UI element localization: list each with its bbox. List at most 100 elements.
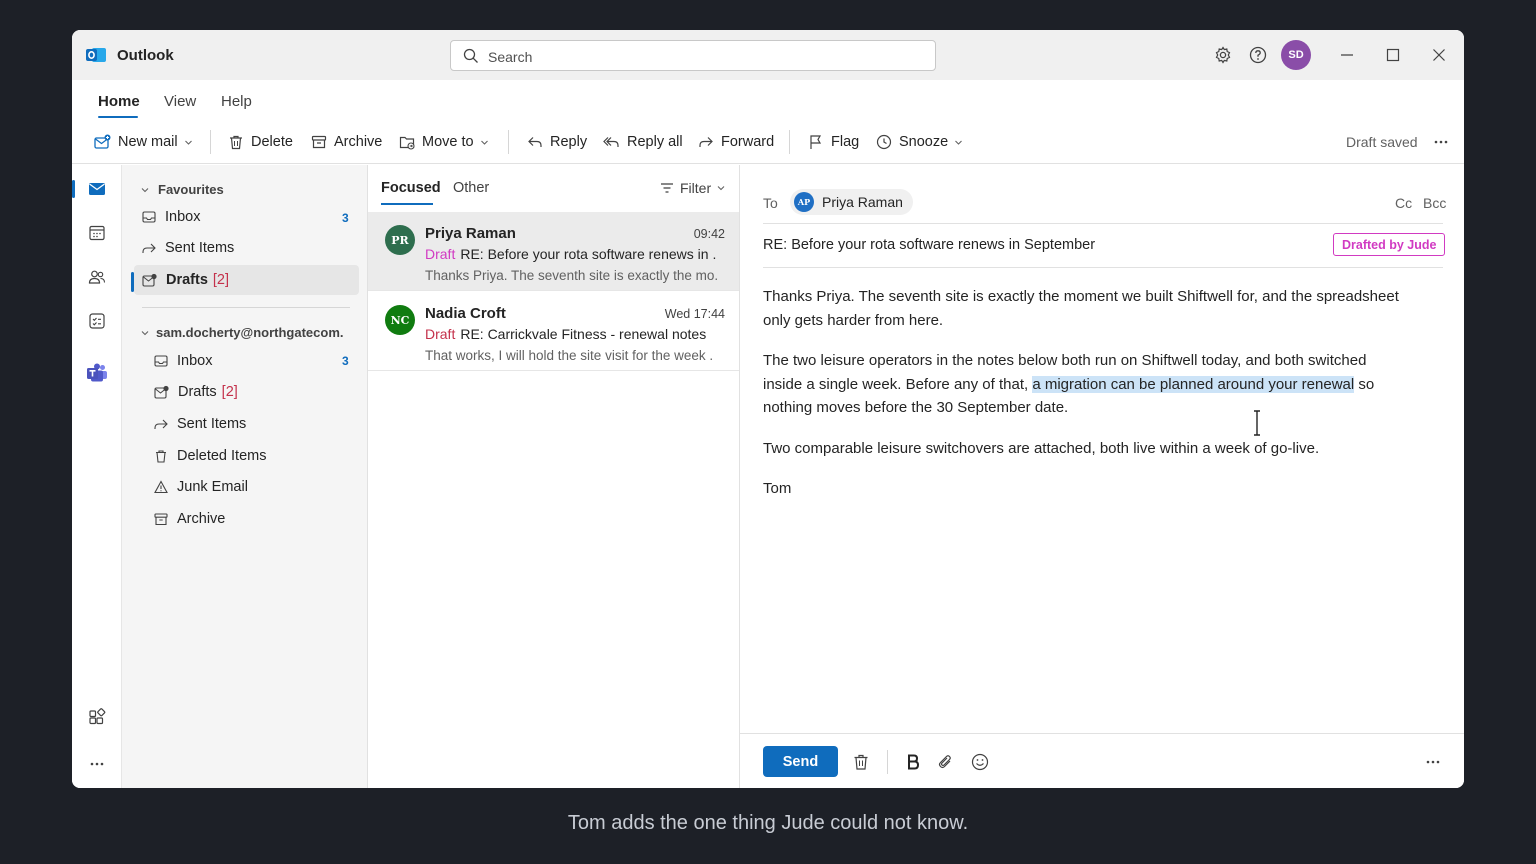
- calendar-icon[interactable]: [88, 224, 106, 242]
- account-avatar[interactable]: SD: [1281, 40, 1311, 70]
- apps-icon[interactable]: [88, 708, 106, 726]
- maximize-icon[interactable]: [1384, 46, 1402, 64]
- cc-button[interactable]: Cc: [1395, 195, 1412, 211]
- favourites-header[interactable]: Favourites: [140, 182, 224, 197]
- new-mail-label: New mail: [118, 134, 178, 150]
- new-mail-icon: [94, 134, 111, 149]
- chevron-down-icon[interactable]: [480, 138, 489, 147]
- folder-favourite-drafts[interactable]: Drafts [2]: [134, 265, 359, 295]
- mail-icon[interactable]: [88, 180, 106, 198]
- reply-all-label: Reply all: [627, 134, 683, 150]
- folder-label: Junk Email: [177, 479, 248, 495]
- favourites-label: Favourites: [158, 182, 224, 197]
- reply-all-button[interactable]: Reply all: [603, 120, 683, 164]
- forward-label: Forward: [721, 134, 775, 150]
- move-to-button[interactable]: Move to: [399, 120, 489, 164]
- new-mail-button[interactable]: New mail: [94, 120, 193, 164]
- filter-label: Filter: [680, 180, 712, 196]
- attach-paperclip-icon[interactable]: [937, 753, 955, 771]
- recipient-name: Priya Raman: [822, 194, 903, 210]
- folder-deleted-items[interactable]: Deleted Items: [154, 441, 266, 471]
- folder-favourite-inbox[interactable]: Inbox: [142, 202, 200, 232]
- body-paragraph: Two comparable leisure switchovers are a…: [763, 439, 1320, 457]
- inbox-icon: [142, 211, 156, 223]
- archive-box-icon: [154, 513, 168, 526]
- list-item[interactable]: PR Priya Raman 09:42 Draft RE: Before you…: [368, 212, 739, 291]
- reply-arrow-icon: [528, 137, 542, 147]
- discard-trash-icon[interactable]: [852, 753, 870, 771]
- folder-inbox[interactable]: Inbox: [154, 346, 212, 376]
- trash-icon: [156, 450, 166, 463]
- folder-archive[interactable]: Archive: [154, 504, 225, 534]
- message-time: Wed 17:44: [664, 307, 725, 321]
- settings-gear-icon[interactable]: [1214, 46, 1232, 64]
- tab-focused[interactable]: Focused: [381, 180, 441, 196]
- reply-button[interactable]: Reply: [527, 120, 587, 164]
- message-subject: RE: Before your rota software renews in …: [460, 246, 717, 262]
- tab-view[interactable]: View: [164, 93, 196, 110]
- active-list-tab-indicator: [381, 203, 433, 205]
- help-question-icon[interactable]: [1249, 46, 1267, 64]
- active-tab-indicator: [98, 116, 138, 118]
- chevron-down-icon[interactable]: [184, 138, 193, 147]
- list-item[interactable]: NC Nadia Croft Wed 17:44 Draft RE: Carric…: [368, 292, 739, 371]
- recipient-chip[interactable]: AP Priya Raman: [790, 189, 913, 215]
- account-label: sam.docherty@northgatecom.: [156, 325, 344, 340]
- more-options-icon[interactable]: [1433, 136, 1449, 148]
- close-icon[interactable]: [1430, 46, 1448, 64]
- folder-favourite-sent-items[interactable]: Sent Items: [142, 233, 234, 263]
- filter-button[interactable]: Filter: [660, 180, 726, 196]
- pane-divider: [142, 307, 350, 308]
- bcc-button[interactable]: Bcc: [1423, 195, 1446, 211]
- message-body-editor[interactable]: Thanks Priya. The seventh site is exactl…: [763, 285, 1403, 518]
- emoji-icon[interactable]: [971, 753, 989, 771]
- tab-home[interactable]: Home: [98, 93, 140, 110]
- tab-other[interactable]: Other: [453, 180, 489, 196]
- folder-sent-items[interactable]: Sent Items: [154, 409, 246, 439]
- field-divider: [763, 267, 1443, 268]
- avatar: PR: [385, 225, 415, 255]
- send-button[interactable]: Send: [763, 746, 838, 777]
- folder-label: Archive: [177, 511, 226, 527]
- delete-button[interactable]: Delete: [228, 120, 293, 164]
- minimize-icon[interactable]: [1338, 46, 1356, 64]
- body-paragraph: The two leisure operators in the notes b…: [763, 349, 1403, 420]
- tasks-icon[interactable]: [88, 312, 106, 330]
- video-caption: Tom adds the one thing Jude could not kn…: [567, 812, 969, 834]
- compose-toolbar: Send: [740, 733, 1464, 788]
- folder-label: Inbox: [165, 209, 201, 225]
- ribbon-divider: [508, 130, 509, 154]
- bold-icon[interactable]: [904, 753, 922, 771]
- more-apps-icon[interactable]: [88, 755, 106, 773]
- outlook-window: Outlook Search SD Home View Help New mai…: [72, 30, 1464, 788]
- folder-drafts[interactable]: Drafts [2]: [154, 377, 238, 407]
- archive-button[interactable]: Archive: [311, 120, 382, 164]
- teams-icon[interactable]: [86, 362, 108, 384]
- app-name: Outlook: [117, 47, 174, 64]
- chevron-down-icon[interactable]: [954, 138, 963, 147]
- ribbon-toolbar: New mail Delete Archive Move to Reply Re…: [72, 120, 1464, 164]
- tab-help[interactable]: Help: [221, 93, 252, 110]
- draft-label: Draft: [425, 246, 456, 262]
- snooze-button[interactable]: Snooze: [876, 120, 963, 164]
- flag-button[interactable]: Flag: [808, 120, 859, 164]
- chevron-down-icon: [717, 186, 725, 191]
- more-options-icon[interactable]: [1424, 753, 1442, 771]
- message-list: Focused Other Filter PR Priya Raman 09:4…: [368, 165, 740, 788]
- account-header[interactable]: sam.docherty@northgatecom.: [140, 325, 344, 340]
- draft-label: Draft: [425, 326, 456, 342]
- delete-label: Delete: [251, 134, 293, 150]
- subject-field[interactable]: RE: Before your rota software renews in …: [763, 237, 1095, 253]
- folder-label: Inbox: [177, 353, 213, 369]
- draft-count: [2]: [212, 272, 230, 288]
- recipient-avatar: AP: [794, 192, 814, 212]
- message-subject: RE: Carrickvale Fitness - renewal notes: [460, 326, 707, 342]
- archive-box-icon: [311, 135, 327, 149]
- forward-button[interactable]: Forward: [698, 120, 774, 164]
- chevron-down-icon: [141, 187, 149, 192]
- search-box[interactable]: Search: [450, 40, 936, 71]
- people-icon[interactable]: [88, 268, 106, 286]
- filter-icon: [661, 183, 673, 193]
- folder-junk-email[interactable]: Junk Email: [154, 472, 248, 502]
- ribbon-tabs: Home View Help: [72, 80, 1464, 120]
